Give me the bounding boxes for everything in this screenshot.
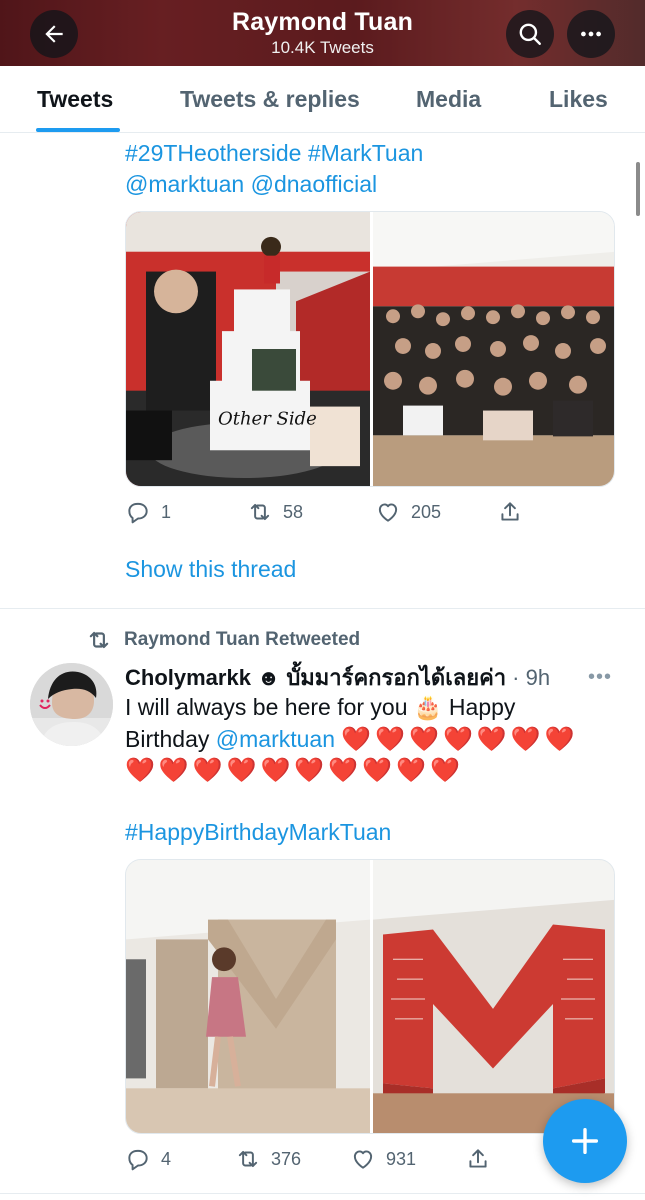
tweet1-hashtags[interactable]: #29THeotherside #MarkTuan — [125, 138, 423, 169]
tab-media[interactable]: Media — [416, 86, 481, 113]
tweet2-mention[interactable]: @marktuan — [216, 726, 335, 752]
share-icon — [501, 502, 519, 521]
tab-tweets-replies[interactable]: Tweets & replies — [180, 86, 360, 113]
tweet2-birthday-text: Birthday — [125, 726, 216, 752]
tweet1-actions: 1 58 205 — [125, 499, 545, 531]
tweet2-retweet-count: 376 — [271, 1148, 302, 1169]
retweeted-by-text: Raymond Tuan Retweeted — [124, 629, 361, 650]
tweet1-reply-count: 1 — [161, 501, 172, 522]
tweet1-reply-button[interactable]: 1 — [125, 499, 171, 525]
tweet2-hearts-row2: ❤️❤️❤️❤️❤️❤️❤️❤️❤️❤️ — [125, 757, 464, 784]
tweet2-reply-count: 4 — [161, 1148, 172, 1169]
like-icon — [378, 503, 398, 522]
tweet2-share-button[interactable] — [465, 1146, 491, 1172]
reply-icon — [128, 1149, 148, 1171]
tweet2-hearts-row1: ❤️❤️❤️❤️❤️❤️❤️ — [341, 726, 579, 753]
active-tab-indicator — [36, 128, 120, 132]
retweet-icon — [238, 1150, 258, 1168]
show-thread-link[interactable]: Show this thread — [125, 556, 296, 583]
tweet2-more-icon[interactable]: ••• — [588, 666, 612, 689]
compose-plus-icon — [571, 1127, 599, 1155]
compose-tweet-button[interactable] — [543, 1099, 627, 1183]
like-icon — [353, 1150, 373, 1169]
tweet1-retweet-button[interactable]: 58 — [247, 499, 303, 525]
more-button[interactable] — [567, 10, 615, 58]
tweet1-share-button[interactable] — [497, 499, 523, 525]
tweet1-media-grid: Other Side — [125, 211, 615, 487]
tweet2-like-count: 931 — [386, 1148, 417, 1169]
tweet1-mentions[interactable]: @marktuan @dnaofficial — [125, 169, 377, 200]
tweet2-text-line1: I will always be here for you 🎂 Happy — [125, 694, 516, 720]
tweet1-like-button[interactable]: 205 — [375, 499, 441, 525]
profile-tabs: Tweets Tweets & replies Media Likes — [0, 66, 645, 133]
tweet1-like-count: 205 — [411, 501, 442, 522]
tweet2-retweet-button[interactable]: 376 — [235, 1146, 301, 1172]
tab-tweets[interactable]: Tweets — [37, 86, 113, 113]
tweet2-like-button[interactable]: 931 — [350, 1146, 416, 1172]
tweet1-photo-cake[interactable]: Other Side — [126, 212, 370, 486]
tweet2-actions: 4 376 931 — [125, 1146, 545, 1178]
tweet2-text-line2: Birthday @marktuan ❤️❤️❤️❤️❤️❤️❤️ — [125, 724, 579, 755]
retweet-icon — [89, 631, 109, 649]
tweet2-hashtag[interactable]: #HappyBirthdayMarkTuan — [125, 817, 391, 848]
retweet-icon — [250, 503, 270, 521]
tweet2-timestamp[interactable]: · 9h — [512, 665, 550, 691]
tweet2-media-grid — [125, 859, 615, 1134]
tweet2-photo-woman[interactable] — [126, 860, 370, 1133]
svg-text:Other Side: Other Side — [218, 409, 317, 430]
tweet2-author-line: Cholymarkk ☻ บั้มมาร์คกรอกได้เลยค่า · 9h — [125, 660, 550, 695]
tweet2-display-name[interactable]: Cholymarkk ☻ บั้มมาร์คกรอกได้เลยค่า — [125, 660, 506, 695]
share-icon — [469, 1149, 487, 1168]
tweet-divider — [0, 608, 645, 609]
tweet1-photo-group[interactable] — [373, 212, 614, 486]
search-icon — [519, 23, 541, 45]
tweet-divider — [0, 1193, 645, 1194]
profile-header: Raymond Tuan 10.4K Tweets — [0, 0, 645, 66]
avatar[interactable] — [30, 663, 113, 746]
search-button[interactable] — [506, 10, 554, 58]
retweeted-by-label: Raymond Tuan Retweeted — [86, 627, 360, 653]
more-icon — [581, 31, 601, 37]
scrollbar[interactable] — [636, 162, 640, 216]
tweet1-retweet-count: 58 — [283, 501, 304, 522]
tab-likes[interactable]: Likes — [549, 86, 608, 113]
reply-icon — [128, 502, 148, 524]
tweet2-reply-button[interactable]: 4 — [125, 1146, 171, 1172]
tweet2-photo-m-sculpture[interactable] — [373, 860, 614, 1133]
